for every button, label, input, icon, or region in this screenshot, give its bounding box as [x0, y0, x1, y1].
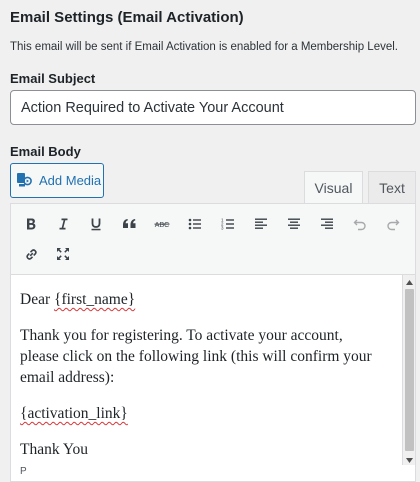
- signoff-line: Thank You: [20, 441, 89, 458]
- section-title: Email Settings (Email Activation): [10, 9, 244, 26]
- editor-statusbar: P: [10, 465, 416, 482]
- fullscreen-icon[interactable]: [49, 240, 77, 268]
- email-body-label: Email Body: [10, 144, 81, 159]
- greeting-prefix: Dear: [20, 291, 54, 308]
- strikethrough-icon[interactable]: ABC: [148, 210, 176, 238]
- underline-icon[interactable]: [82, 210, 110, 238]
- activation-link-line: {activation_link}: [20, 403, 384, 424]
- activation-link-token: {activation_link}: [20, 405, 128, 422]
- editor-content[interactable]: Dear {first_name} Thank you for register…: [20, 289, 384, 466]
- section-description: This email will be sent if Email Activat…: [10, 41, 398, 53]
- first-name-token: {first_name}: [54, 291, 136, 308]
- scroll-up-arrow-icon[interactable]: [405, 278, 414, 286]
- align-right-icon[interactable]: [313, 210, 341, 238]
- undo-icon[interactable]: [346, 210, 374, 238]
- email-subject-label: Email Subject: [10, 71, 96, 86]
- scrollbar-thumb[interactable]: [405, 289, 414, 451]
- tab-visual[interactable]: Visual: [304, 171, 363, 203]
- align-center-icon[interactable]: [280, 210, 308, 238]
- add-media-label: Add Media: [39, 173, 102, 188]
- body-paragraph: Thank you for registering. To activate y…: [20, 327, 372, 386]
- add-media-button[interactable]: Add Media: [10, 163, 104, 198]
- email-body-editor[interactable]: Dear {first_name} Thank you for register…: [10, 275, 416, 467]
- bullet-list-icon[interactable]: [181, 210, 209, 238]
- scroll-down-arrow-icon[interactable]: [405, 456, 414, 464]
- svg-text:3: 3: [221, 226, 224, 231]
- italic-icon[interactable]: [49, 210, 77, 238]
- redo-icon[interactable]: [379, 210, 407, 238]
- element-path[interactable]: P: [20, 466, 27, 477]
- tab-text[interactable]: Text: [368, 171, 416, 203]
- editor-toolbar: ABC 123: [10, 203, 416, 275]
- link-icon[interactable]: [17, 240, 45, 268]
- greeting-line: Dear {first_name}: [20, 289, 384, 310]
- svg-text:ABC: ABC: [155, 222, 169, 229]
- editor-scrollbar[interactable]: [402, 275, 415, 466]
- email-subject-input[interactable]: [10, 90, 416, 125]
- bold-icon[interactable]: [17, 210, 45, 238]
- blockquote-icon[interactable]: [115, 210, 143, 238]
- align-left-icon[interactable]: [247, 210, 275, 238]
- media-icon: [16, 171, 33, 191]
- numbered-list-icon[interactable]: 123: [214, 210, 242, 238]
